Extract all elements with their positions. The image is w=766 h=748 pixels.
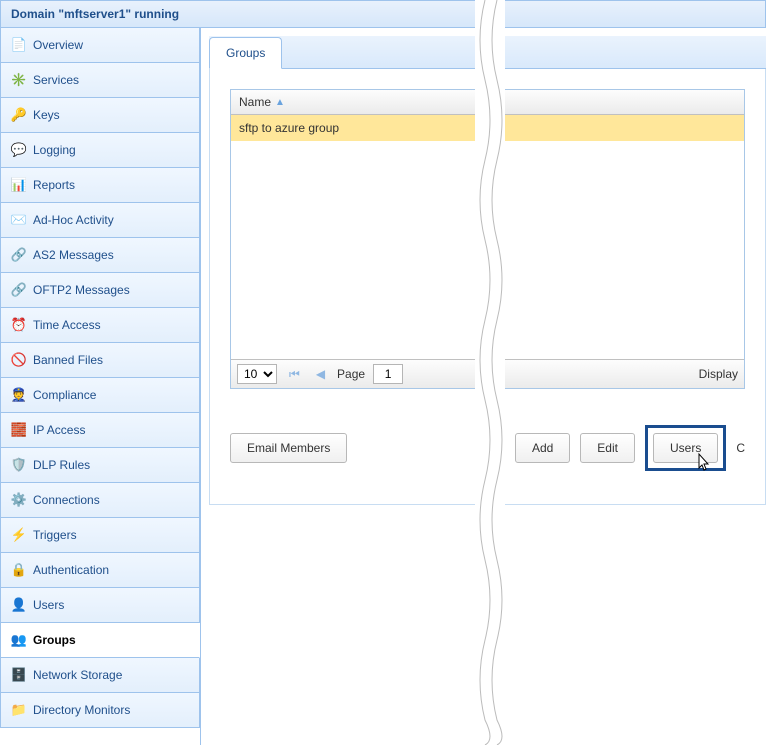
sort-asc-icon: ▲ bbox=[275, 97, 285, 108]
sidebar-item-adhoc[interactable]: ✉️ Ad-Hoc Activity bbox=[0, 203, 200, 238]
reports-icon: 📊 bbox=[11, 177, 27, 193]
sidebar-item-label: OFTP2 Messages bbox=[33, 283, 130, 297]
compliance-icon: 👮 bbox=[11, 387, 27, 403]
sidebar-item-authentication[interactable]: 🔒 Authentication bbox=[0, 553, 200, 588]
users-button[interactable]: Users bbox=[653, 433, 718, 463]
sidebar: 📄 Overview ✳️ Services 🔑 Keys 💬 Logging … bbox=[0, 28, 201, 745]
content-panel: Name ▲ sftp to azure group 10 ⏮ ◀ Page bbox=[209, 69, 766, 505]
grid-column-name[interactable]: Name ▲ bbox=[231, 90, 744, 115]
grid-body: sftp to azure group bbox=[231, 115, 744, 359]
overview-icon: 📄 bbox=[11, 37, 27, 53]
sidebar-item-services[interactable]: ✳️ Services bbox=[0, 63, 200, 98]
triggers-icon: ⚡ bbox=[11, 527, 27, 543]
page-size-select[interactable]: 10 bbox=[237, 364, 277, 384]
sidebar-item-label: Authentication bbox=[33, 563, 109, 577]
sidebar-item-label: Users bbox=[33, 598, 64, 612]
sidebar-item-oftp2[interactable]: 🔗 OFTP2 Messages bbox=[0, 273, 200, 308]
display-label: Display bbox=[699, 367, 738, 381]
main-panel: Groups Name ▲ sftp to azure group 10 bbox=[201, 28, 766, 745]
folder-icon: 📁 bbox=[11, 702, 27, 718]
sidebar-item-label: Services bbox=[33, 73, 79, 87]
groups-grid: Name ▲ sftp to azure group 10 ⏮ ◀ Page bbox=[230, 89, 745, 389]
row-name: sftp to azure group bbox=[239, 121, 339, 135]
storage-icon: 🗄️ bbox=[11, 667, 27, 683]
tab-groups[interactable]: Groups bbox=[209, 37, 282, 69]
sidebar-item-keys[interactable]: 🔑 Keys bbox=[0, 98, 200, 133]
sidebar-item-label: Keys bbox=[33, 108, 60, 122]
sidebar-item-dirmonitors[interactable]: 📁 Directory Monitors bbox=[0, 693, 200, 728]
sidebar-item-as2[interactable]: 🔗 AS2 Messages bbox=[0, 238, 200, 273]
groups-icon: 👥 bbox=[11, 632, 27, 648]
page-number-input[interactable] bbox=[373, 364, 403, 384]
sidebar-item-reports[interactable]: 📊 Reports bbox=[0, 168, 200, 203]
sidebar-item-groups[interactable]: 👥 Groups bbox=[0, 623, 200, 658]
email-members-button[interactable]: Email Members bbox=[230, 433, 347, 463]
sidebar-item-bannedfiles[interactable]: 🚫 Banned Files bbox=[0, 343, 200, 378]
sidebar-item-users[interactable]: 👤 Users bbox=[0, 588, 200, 623]
gear-icon: ⚙️ bbox=[11, 492, 27, 508]
prev-page-button[interactable]: ◀ bbox=[312, 367, 329, 381]
sidebar-item-compliance[interactable]: 👮 Compliance bbox=[0, 378, 200, 413]
sidebar-item-label: Banned Files bbox=[33, 353, 103, 367]
sidebar-item-label: DLP Rules bbox=[33, 458, 90, 472]
sidebar-item-label: Directory Monitors bbox=[33, 703, 130, 717]
sidebar-item-overview[interactable]: 📄 Overview bbox=[0, 28, 200, 63]
domain-title: Domain "mftserver1" running bbox=[11, 7, 179, 21]
sidebar-item-label: Connections bbox=[33, 493, 100, 507]
ipaccess-icon: 🧱 bbox=[11, 422, 27, 438]
sidebar-item-label: Network Storage bbox=[33, 668, 122, 682]
users-button-highlight: Users bbox=[645, 425, 726, 471]
adhoc-icon: ✉️ bbox=[11, 212, 27, 228]
sidebar-item-label: IP Access bbox=[33, 423, 85, 437]
banned-icon: 🚫 bbox=[11, 352, 27, 368]
extra-button-cut: C bbox=[736, 441, 745, 455]
first-page-button[interactable]: ⏮ bbox=[285, 367, 304, 382]
sidebar-item-label: Reports bbox=[33, 178, 75, 192]
sidebar-item-label: Groups bbox=[33, 633, 76, 647]
sidebar-item-triggers[interactable]: ⚡ Triggers bbox=[0, 518, 200, 553]
domain-header: Domain "mftserver1" running bbox=[0, 0, 766, 28]
lock-icon: 🔒 bbox=[11, 562, 27, 578]
edit-button[interactable]: Edit bbox=[580, 433, 635, 463]
button-row: Email Members Add Edit Users C bbox=[230, 425, 745, 471]
clock-icon: ⏰ bbox=[11, 317, 27, 333]
sidebar-item-label: Overview bbox=[33, 38, 83, 52]
sidebar-item-networkstorage[interactable]: 🗄️ Network Storage bbox=[0, 658, 200, 693]
sidebar-item-label: AS2 Messages bbox=[33, 248, 114, 262]
grid-row[interactable]: sftp to azure group bbox=[231, 115, 744, 141]
tab-strip: Groups bbox=[209, 36, 766, 69]
shield-icon: 🛡️ bbox=[11, 457, 27, 473]
column-label: Name bbox=[239, 95, 271, 109]
user-icon: 👤 bbox=[11, 597, 27, 613]
sidebar-item-label: Compliance bbox=[33, 388, 96, 402]
oftp2-icon: 🔗 bbox=[11, 282, 27, 298]
sidebar-item-connections[interactable]: ⚙️ Connections bbox=[0, 483, 200, 518]
services-icon: ✳️ bbox=[11, 72, 27, 88]
as2-icon: 🔗 bbox=[11, 247, 27, 263]
page-label: Page bbox=[337, 367, 365, 381]
keys-icon: 🔑 bbox=[11, 107, 27, 123]
sidebar-item-timeaccess[interactable]: ⏰ Time Access bbox=[0, 308, 200, 343]
sidebar-item-label: Logging bbox=[33, 143, 76, 157]
add-button[interactable]: Add bbox=[515, 433, 570, 463]
sidebar-item-logging[interactable]: 💬 Logging bbox=[0, 133, 200, 168]
sidebar-item-ipaccess[interactable]: 🧱 IP Access bbox=[0, 413, 200, 448]
sidebar-item-label: Time Access bbox=[33, 318, 101, 332]
logging-icon: 💬 bbox=[11, 142, 27, 158]
sidebar-item-dlp[interactable]: 🛡️ DLP Rules bbox=[0, 448, 200, 483]
sidebar-item-label: Triggers bbox=[33, 528, 77, 542]
sidebar-item-label: Ad-Hoc Activity bbox=[33, 213, 114, 227]
tab-label: Groups bbox=[226, 46, 265, 60]
grid-footer: 10 ⏮ ◀ Page Display bbox=[231, 359, 744, 388]
